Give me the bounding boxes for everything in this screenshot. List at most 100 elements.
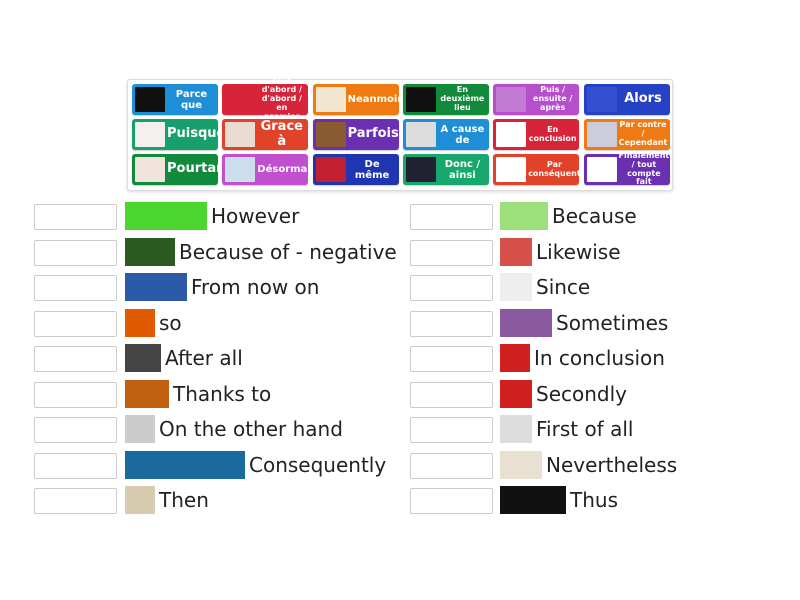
- tile-label: En conclusion: [528, 124, 577, 143]
- answer-tile[interactable]: Parce que: [132, 84, 218, 115]
- item-text: Likewise: [536, 239, 621, 264]
- answer-tile[interactable]: Par contre / Cependant: [583, 119, 670, 150]
- item-text: On the other hand: [159, 417, 343, 441]
- answer-tile[interactable]: Alors: [583, 84, 670, 115]
- because-image: [500, 202, 548, 230]
- answer-tile[interactable]: Par conséquent: [493, 154, 581, 185]
- tile-label: Par contre / Cependant: [618, 120, 668, 147]
- tile-image: [496, 87, 527, 112]
- tile-image: [135, 157, 165, 182]
- drop-zone[interactable]: [34, 452, 117, 479]
- list-item: Thanks to: [125, 379, 271, 408]
- drop-zone[interactable]: [410, 239, 493, 266]
- drop-zone[interactable]: [34, 488, 117, 514]
- answer-tile[interactable]: Parfois: [312, 119, 399, 150]
- tile-image: [225, 157, 256, 182]
- drop-zone[interactable]: [410, 346, 493, 372]
- tile-image: [405, 122, 436, 147]
- answer-tile[interactable]: Tout d'abord / d'abord / en premier: [222, 77, 309, 121]
- tile-image: [586, 157, 617, 182]
- list-item: Thus: [500, 486, 618, 514]
- drop-zone[interactable]: [410, 275, 493, 301]
- list-item: Because of - negative: [125, 237, 397, 266]
- tile-image: [315, 87, 346, 112]
- medal-image: [500, 379, 532, 408]
- drop-zone[interactable]: [34, 204, 117, 230]
- list-item: In conclusion: [500, 344, 665, 372]
- tile-image: [315, 122, 346, 147]
- item-text: Then: [159, 488, 209, 512]
- first-of-all-image: [500, 415, 532, 443]
- answer-tile[interactable]: En deuxième lieu: [402, 84, 489, 115]
- item-text: so: [159, 310, 182, 335]
- drop-zone[interactable]: [34, 346, 117, 372]
- item-text: Since: [536, 275, 591, 299]
- list-item: On the other hand: [125, 415, 343, 443]
- tile-label: De même: [354, 158, 390, 181]
- tile-image: [586, 122, 617, 147]
- thus-image: [500, 486, 566, 514]
- item-text: Because of - negative: [179, 239, 397, 264]
- drop-zone[interactable]: [410, 204, 493, 230]
- answer-tile[interactable]: Neanmoins: [312, 84, 410, 115]
- list-item: so: [125, 308, 182, 337]
- here-and-now-image: [125, 273, 187, 301]
- tile-label: Alors: [624, 91, 662, 107]
- therefore-quote-image: [125, 450, 245, 479]
- answer-tile[interactable]: Puisque: [132, 119, 225, 150]
- drop-zone[interactable]: [410, 310, 493, 337]
- drop-zone[interactable]: [410, 417, 493, 443]
- answer-tile[interactable]: Puis / ensuite / après: [493, 84, 580, 115]
- list-item: Since: [500, 273, 591, 301]
- drop-zone[interactable]: [34, 381, 117, 408]
- so-image: [125, 308, 155, 337]
- answer-tile[interactable]: Grace à: [222, 119, 309, 150]
- list-item: Likewise: [500, 237, 621, 266]
- answer-tile-bank: Parce que Tout d'abord / d'abord / en pre…: [127, 77, 673, 191]
- list-item: From now on: [125, 273, 320, 301]
- nevertheless-image: [500, 450, 542, 479]
- answer-tile[interactable]: Finalement / tout compte fait: [583, 151, 670, 186]
- list-item: Consequently: [125, 450, 387, 479]
- thanks-image: [125, 379, 169, 408]
- tile-label: Grace à: [260, 119, 303, 149]
- after-all-image: [125, 344, 161, 372]
- answer-tile[interactable]: En conclusion: [493, 119, 580, 150]
- answer-tile[interactable]: De même: [312, 154, 399, 185]
- item-text: First of all: [536, 417, 634, 441]
- answer-tile[interactable]: A cause de: [402, 119, 489, 150]
- tile-image: [135, 87, 165, 112]
- in-conclusion-image: [500, 344, 530, 372]
- tile-image: [315, 157, 346, 182]
- answer-tile[interactable]: Donc / ainsi: [402, 154, 489, 185]
- item-text: Nevertheless: [546, 452, 678, 477]
- drop-zone[interactable]: [410, 381, 493, 408]
- list-item: Then: [125, 486, 209, 514]
- tile-label: Parfois: [347, 126, 399, 142]
- drop-zone[interactable]: [410, 452, 493, 479]
- drop-zone[interactable]: [410, 488, 493, 514]
- tile-label: Puisque: [167, 126, 226, 142]
- list-item: Nevertheless: [500, 450, 678, 479]
- tile-image: [225, 87, 256, 112]
- list-item: Because: [500, 202, 637, 230]
- item-text: From now on: [191, 275, 320, 299]
- because-sign-image: [125, 237, 175, 266]
- drop-zone[interactable]: [34, 275, 117, 301]
- list-item: Sometimes: [500, 308, 668, 337]
- list-item: However: [125, 202, 299, 230]
- tile-image: [496, 122, 527, 147]
- hand-image: [125, 415, 155, 443]
- item-text: After all: [165, 346, 243, 370]
- tile-image: [586, 87, 617, 112]
- drop-zone[interactable]: [34, 310, 117, 337]
- list-item: After all: [125, 344, 243, 372]
- answer-tile[interactable]: Pourtant: [132, 154, 232, 185]
- tile-image: [135, 122, 165, 147]
- answer-tile[interactable]: Désormais: [222, 154, 317, 185]
- drop-zone[interactable]: [34, 239, 117, 266]
- item-text: Consequently: [249, 452, 387, 477]
- sometimes-image: [500, 308, 552, 337]
- since-1998-image: [500, 273, 532, 301]
- drop-zone[interactable]: [34, 417, 117, 443]
